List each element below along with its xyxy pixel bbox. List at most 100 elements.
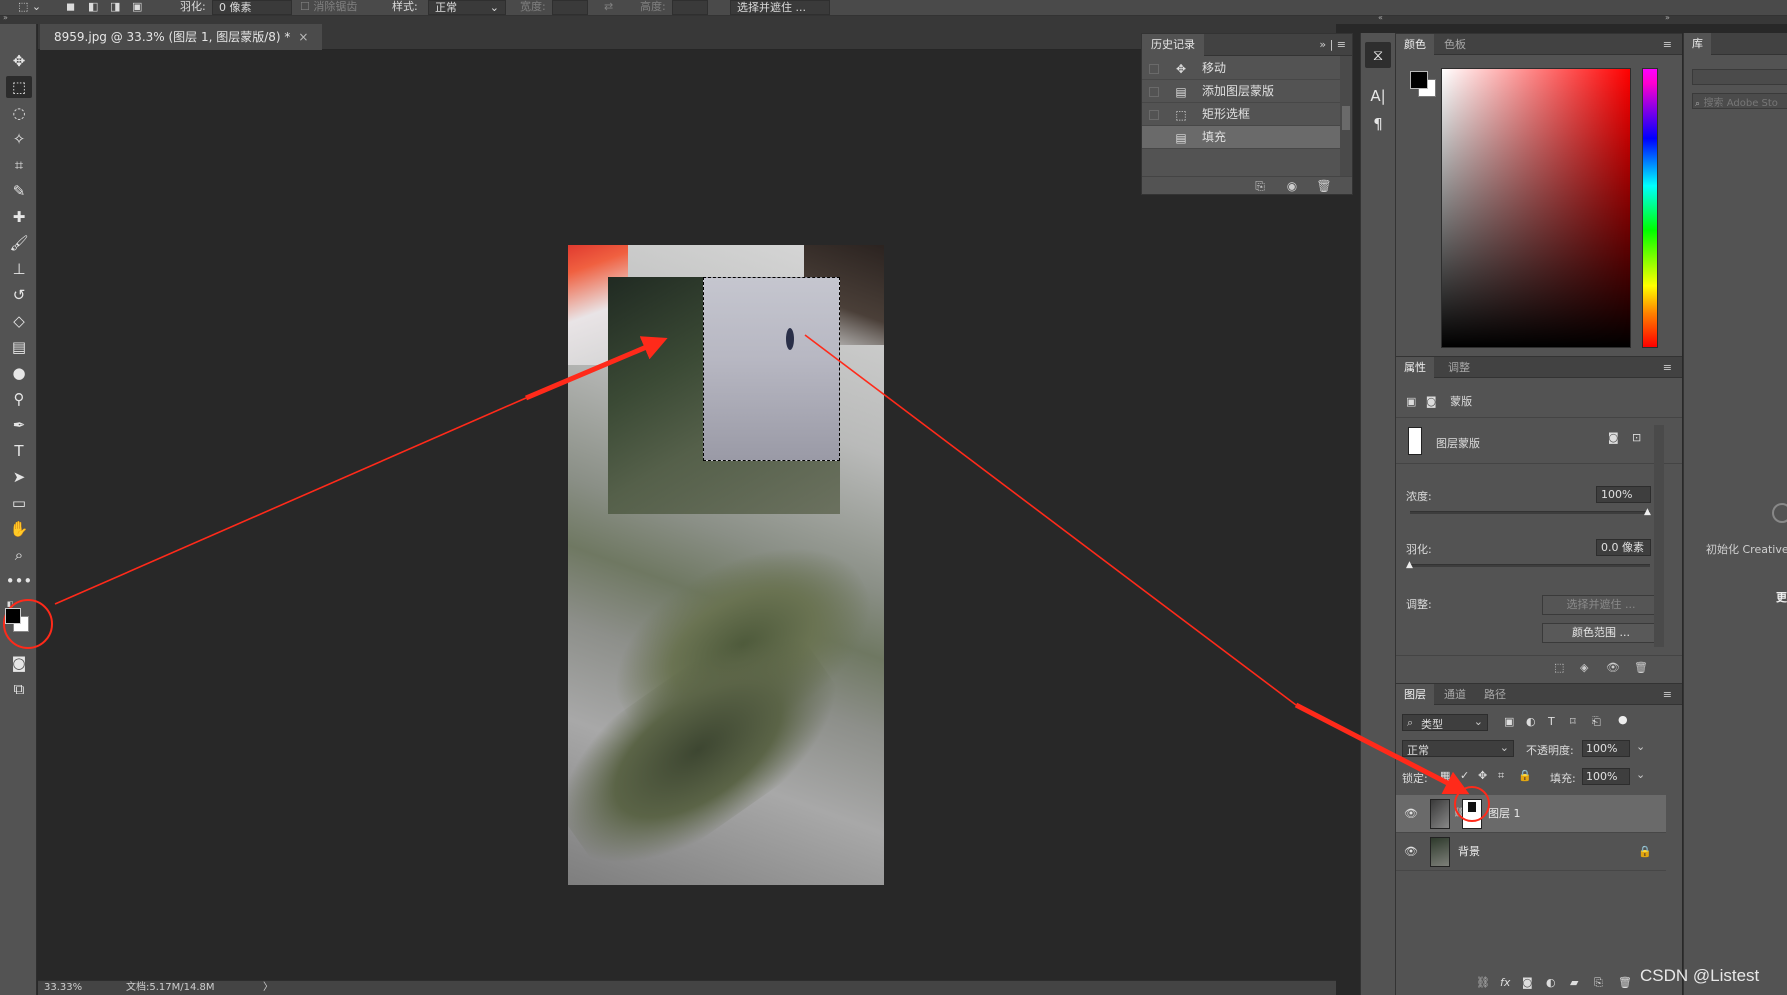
- vector-mask-icon[interactable]: ◙: [1426, 395, 1437, 408]
- fx-icon[interactable]: fx: [1500, 976, 1510, 989]
- default-colors-icon[interactable]: ◧: [7, 600, 14, 608]
- height-input[interactable]: [672, 0, 708, 15]
- visibility-eye-icon[interactable]: 👁: [1404, 845, 1418, 858]
- magic-wand-icon[interactable]: ✧: [6, 128, 32, 150]
- filter-adjust-icon[interactable]: ◐: [1526, 715, 1536, 728]
- history-checkbox[interactable]: [1149, 133, 1159, 143]
- new-selection-icon[interactable]: ◼: [66, 0, 75, 15]
- layer-row[interactable]: 👁 背景 🔒: [1396, 833, 1666, 871]
- move-tool-icon[interactable]: ✥: [6, 50, 32, 72]
- new-document-from-state-icon[interactable]: ⎘: [1252, 178, 1268, 194]
- healing-brush-icon[interactable]: ✚: [6, 206, 32, 228]
- history-dock-icon[interactable]: ⧖: [1365, 42, 1391, 68]
- panel-menu-icon[interactable]: » | ≡: [1319, 34, 1346, 56]
- screen-mode-icon[interactable]: ⧉: [6, 678, 32, 700]
- history-brush-icon[interactable]: ↺: [6, 284, 32, 306]
- foreground-swatch[interactable]: [1410, 71, 1428, 89]
- style-select[interactable]: 正常 ⌄: [428, 0, 506, 15]
- feather-input[interactable]: 0 像素: [212, 0, 292, 15]
- apply-mask-icon[interactable]: ⊡: [1632, 431, 1641, 444]
- visibility-eye-icon[interactable]: 👁: [1404, 807, 1418, 820]
- trash-icon[interactable]: 🗑: [1618, 976, 1632, 989]
- history-checkbox[interactable]: [1149, 110, 1159, 120]
- color-field[interactable]: [1441, 68, 1631, 348]
- blend-mode-select[interactable]: 正常 ⌄: [1402, 740, 1514, 757]
- filter-toggle-icon[interactable]: ●: [1618, 713, 1628, 726]
- eraser-tool-icon[interactable]: ◇: [6, 310, 32, 332]
- history-item[interactable]: ▤ 填充: [1142, 126, 1340, 149]
- filter-pixel-icon[interactable]: ▣: [1504, 715, 1514, 728]
- color-swatches[interactable]: ◧: [5, 600, 35, 634]
- select-and-mask-button[interactable]: 选择并遮住 ...: [730, 0, 830, 15]
- marquee-preset-icon[interactable]: ⬚ ⌄: [18, 0, 41, 15]
- color-range-button[interactable]: 颜色范围 ...: [1542, 623, 1660, 643]
- library-search-field[interactable]: ⌕ 搜索 Adobe Sto: [1692, 93, 1787, 109]
- properties-scrollbar[interactable]: [1654, 425, 1664, 647]
- density-input[interactable]: 100%: [1596, 486, 1651, 503]
- marquee-selection[interactable]: [703, 277, 840, 461]
- document-tab[interactable]: 8959.jpg @ 33.3% (图层 1, 图层蒙版/8) * ×: [40, 24, 323, 50]
- document-image[interactable]: [568, 245, 884, 885]
- quick-mask-icon[interactable]: ◙: [6, 652, 32, 674]
- paragraph-icon[interactable]: ¶: [1365, 111, 1391, 137]
- layer-mask-thumbnail[interactable]: [1462, 799, 1482, 829]
- history-checkbox[interactable]: [1149, 87, 1159, 97]
- tab-history[interactable]: 历史记录: [1142, 34, 1204, 56]
- lock-all-icon[interactable]: 🔒: [1518, 769, 1532, 782]
- gradient-tool-icon[interactable]: ▤: [6, 336, 32, 358]
- pixel-mask-icon[interactable]: ▣: [1406, 395, 1416, 408]
- add-selection-icon[interactable]: ◧: [88, 0, 98, 15]
- lock-transparent-icon[interactable]: ▦: [1440, 769, 1450, 782]
- trash-icon[interactable]: 🗑: [1316, 178, 1332, 194]
- feather-slider[interactable]: [1410, 564, 1650, 567]
- camera-icon[interactable]: ◉: [1284, 178, 1300, 194]
- close-tab-icon[interactable]: ×: [298, 30, 308, 44]
- tab-paths[interactable]: 路径: [1476, 684, 1514, 706]
- subtract-selection-icon[interactable]: ◨: [110, 0, 120, 15]
- width-input[interactable]: [552, 0, 588, 15]
- panel-menu-icon[interactable]: ≡: [1663, 357, 1672, 379]
- select-mask-icon[interactable]: ◙: [1608, 431, 1619, 444]
- filter-type-icon[interactable]: T: [1548, 715, 1555, 728]
- trash-icon[interactable]: 🗑: [1634, 661, 1648, 674]
- tab-properties[interactable]: 属性: [1396, 357, 1434, 379]
- history-checkbox[interactable]: [1149, 64, 1159, 74]
- zoom-level[interactable]: 33.33%: [44, 981, 82, 995]
- group-folder-icon[interactable]: ▰: [1570, 976, 1578, 989]
- status-menu-icon[interactable]: 〉: [263, 981, 273, 995]
- tab-swatches[interactable]: 色板: [1436, 34, 1474, 56]
- visibility-icon[interactable]: 👁: [1606, 661, 1620, 674]
- history-item[interactable]: ⬚ 矩形选框: [1142, 103, 1340, 126]
- library-select[interactable]: [1692, 69, 1787, 85]
- antialias-checkbox[interactable]: ☐ 消除锯齿: [300, 0, 357, 15]
- link-layers-icon[interactable]: ⛓: [1476, 976, 1490, 989]
- crop-tool-icon[interactable]: ⌗: [6, 154, 32, 176]
- density-slider[interactable]: [1410, 511, 1650, 514]
- path-select-icon[interactable]: ➤: [6, 466, 32, 488]
- swap-icon[interactable]: ⇄: [604, 0, 613, 15]
- apply-icon[interactable]: ◈: [1580, 661, 1588, 674]
- type-tool-icon[interactable]: T: [6, 440, 32, 462]
- panel-menu-icon[interactable]: ≡: [1663, 34, 1672, 56]
- zoom-tool-icon[interactable]: ⌕: [6, 544, 32, 566]
- stamp-tool-icon[interactable]: ⊥: [6, 258, 32, 280]
- lasso-tool-icon[interactable]: ◌: [6, 102, 32, 124]
- collapse-mid-icon[interactable]: «: [1378, 13, 1383, 22]
- lock-artboard-icon[interactable]: ⌗: [1498, 769, 1504, 783]
- feather-slider-thumb[interactable]: ▲: [1406, 560, 1413, 570]
- layer-filter-select[interactable]: ⌕ 类型 ⌄: [1402, 714, 1488, 731]
- opacity-input[interactable]: 100%: [1582, 740, 1630, 757]
- rectangle-tool-icon[interactable]: ▭: [6, 492, 32, 514]
- history-item[interactable]: ✥ 移动: [1142, 57, 1340, 80]
- history-scrollbar[interactable]: [1340, 56, 1352, 176]
- brush-tool-icon[interactable]: 🖌: [6, 232, 32, 254]
- history-item[interactable]: ▤ 添加图层蒙版: [1142, 80, 1340, 103]
- tab-layers[interactable]: 图层: [1396, 684, 1434, 706]
- select-and-mask-button[interactable]: 选择并遮住 ...: [1542, 595, 1660, 615]
- tab-channels[interactable]: 通道: [1436, 684, 1474, 706]
- marquee-tool-icon[interactable]: ⬚: [6, 76, 32, 98]
- tab-adjustments[interactable]: 调整: [1440, 357, 1478, 379]
- intersect-selection-icon[interactable]: ▣: [132, 0, 142, 15]
- feather-input[interactable]: 0.0 像素: [1596, 539, 1651, 556]
- lock-pixels-icon[interactable]: ✓: [1460, 769, 1469, 782]
